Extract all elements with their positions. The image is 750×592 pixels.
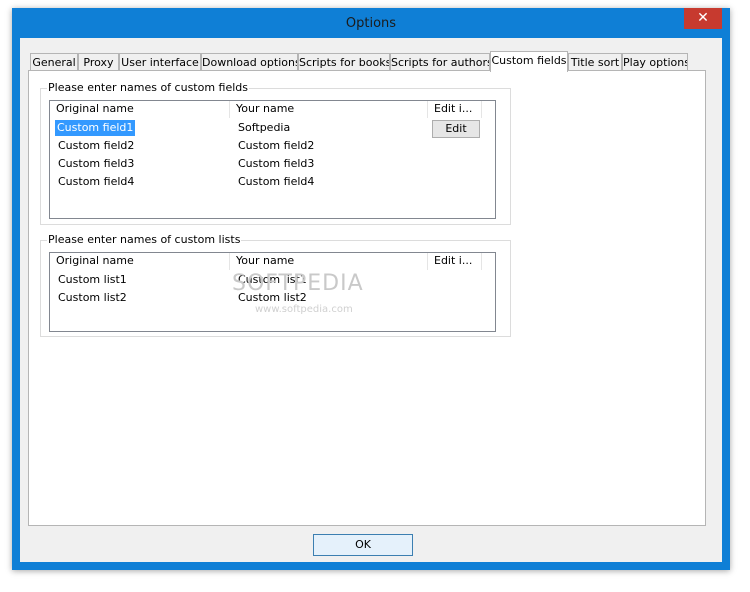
column-your-name[interactable]: Your name (230, 101, 428, 118)
original-name-cell: Custom list1 (58, 273, 127, 286)
tab-general[interactable]: General (30, 53, 78, 70)
table-row[interactable]: Custom field3 Custom field3 (50, 155, 495, 173)
your-name-cell: Softpedia (238, 121, 291, 134)
table-row[interactable]: Custom field1 Softpedia Edit (50, 119, 495, 138)
original-name-cell: Custom list2 (58, 291, 127, 304)
column-original-name[interactable]: Original name (50, 101, 230, 118)
tab-play-options[interactable]: Play options (622, 53, 688, 70)
original-name-cell: Custom field2 (58, 139, 135, 152)
options-window: Options ✕ General Proxy User interface D… (12, 8, 730, 570)
table-row[interactable]: Custom field4 Custom field4 (50, 173, 495, 191)
list-header: Original name Your name Edit i... (50, 101, 495, 118)
custom-fields-group: Please enter names of custom fields Orig… (40, 81, 511, 225)
your-name-cell: Custom field2 (238, 139, 315, 152)
edit-button[interactable]: Edit (432, 120, 480, 138)
your-name-cell: Custom field3 (238, 157, 315, 170)
tab-download-options[interactable]: Download options (201, 53, 298, 70)
table-row[interactable]: Custom field2 Custom field2 (50, 137, 495, 155)
tab-scripts-for-books[interactable]: Scripts for books (298, 53, 390, 70)
column-your-name[interactable]: Your name (230, 253, 428, 270)
original-name-cell: Custom field4 (58, 175, 135, 188)
tab-proxy[interactable]: Proxy (78, 53, 119, 70)
tab-user-interface[interactable]: User interface (119, 53, 201, 70)
custom-fields-list[interactable]: Original name Your name Edit i... Custom… (49, 100, 496, 219)
custom-fields-panel: Please enter names of custom fields Orig… (28, 70, 706, 526)
close-icon: ✕ (697, 10, 709, 26)
tab-scripts-for-authors[interactable]: Scripts for authors (390, 53, 490, 70)
original-name-cell: Custom field3 (58, 157, 135, 170)
custom-fields-group-label: Please enter names of custom fields (47, 81, 250, 94)
dialog-client-area: General Proxy User interface Download op… (20, 38, 722, 562)
softpedia-watermark-url: www.softpedia.com (255, 304, 353, 315)
list-header: Original name Your name Edit i... (50, 253, 495, 270)
custom-lists-group-label: Please enter names of custom lists (47, 233, 242, 246)
original-name-cell: Custom field1 (55, 120, 136, 136)
window-title: Options (345, 16, 397, 31)
close-button[interactable]: ✕ (684, 8, 722, 29)
softpedia-watermark: SOFTPEDIA (232, 271, 364, 296)
ok-button[interactable]: OK (313, 534, 413, 556)
title-bar[interactable]: Options ✕ (12, 8, 730, 38)
your-name-cell: Custom field4 (238, 175, 315, 188)
tab-custom-fields[interactable]: Custom fields (490, 51, 568, 72)
column-edit-item[interactable]: Edit i... (428, 101, 482, 118)
tab-title-sort[interactable]: Title sort (568, 53, 622, 70)
column-original-name[interactable]: Original name (50, 253, 230, 270)
column-edit-item[interactable]: Edit i... (428, 253, 482, 270)
